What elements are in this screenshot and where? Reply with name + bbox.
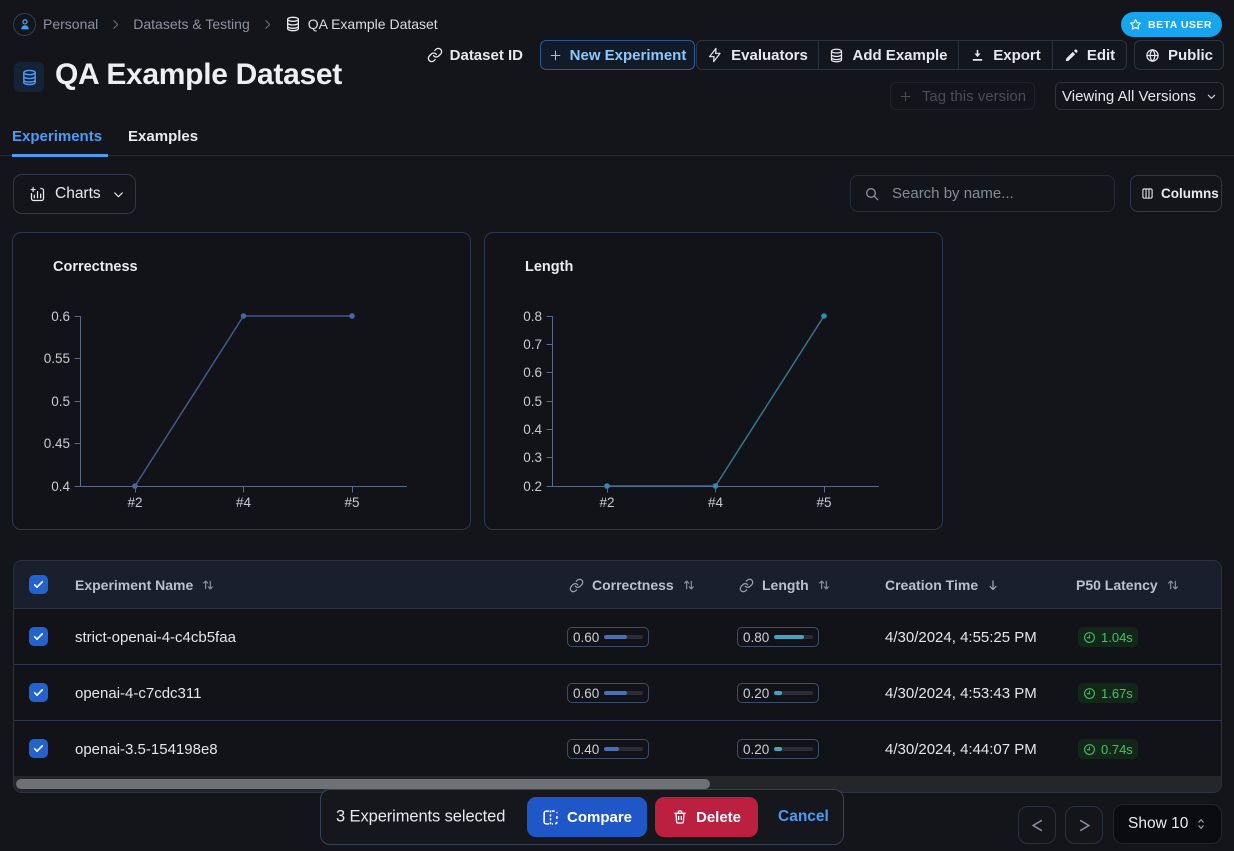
svg-text:#2: #2 [127, 495, 142, 510]
svg-text:0.3: 0.3 [523, 450, 542, 465]
svg-text:#4: #4 [708, 495, 724, 510]
svg-text:0.6: 0.6 [523, 365, 542, 380]
svg-text:0.8: 0.8 [523, 309, 542, 324]
svg-text:0.5: 0.5 [523, 394, 542, 409]
svg-text:0.4: 0.4 [523, 422, 542, 437]
svg-text:#4: #4 [236, 495, 252, 510]
svg-text:0.5: 0.5 [51, 394, 70, 409]
svg-text:0.55: 0.55 [44, 351, 70, 366]
svg-text:#5: #5 [816, 495, 831, 510]
svg-text:#2: #2 [599, 495, 614, 510]
svg-text:0.4: 0.4 [51, 479, 70, 494]
svg-text:#5: #5 [344, 495, 359, 510]
svg-text:0.6: 0.6 [51, 309, 70, 324]
svg-text:0.2: 0.2 [523, 479, 542, 494]
svg-text:0.45: 0.45 [44, 436, 70, 451]
svg-text:0.7: 0.7 [523, 337, 542, 352]
